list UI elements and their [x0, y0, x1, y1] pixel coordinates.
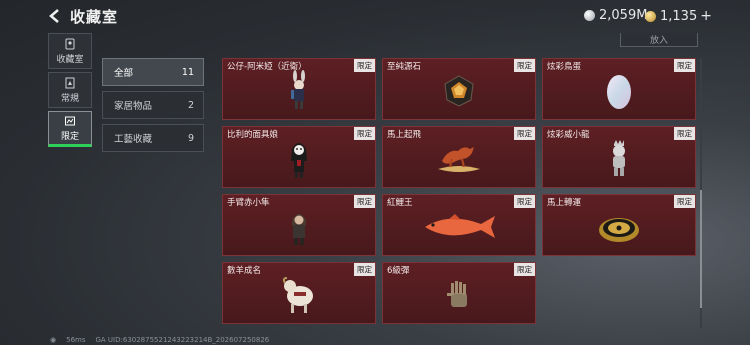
item-name: 炫彩威小龍: [547, 130, 590, 140]
top-bar: 收藏室 2,059M 1,135 +: [0, 0, 750, 34]
add-currency-button[interactable]: +: [700, 8, 712, 24]
red-carp-icon: [425, 214, 495, 239]
filter-home-items[interactable]: 家居物品 2: [102, 91, 204, 119]
gold-amount: 1,135: [660, 8, 698, 24]
limited-badge: 限定: [674, 195, 695, 208]
limited-icon: [65, 116, 75, 125]
item-name: 數羊成名: [227, 266, 262, 276]
item-name: 6級彈: [387, 266, 410, 276]
item-card[interactable]: 紅鯉王 限定: [382, 194, 536, 256]
tab-label: 限定: [60, 131, 79, 142]
limited-badge: 限定: [514, 195, 535, 208]
tab-regular[interactable]: 常規: [48, 72, 92, 108]
filter-count: 9: [187, 132, 194, 144]
limited-badge: 限定: [354, 127, 375, 140]
item-name: 紅鯉王: [387, 198, 413, 208]
item-card[interactable]: 6級彈 限定: [382, 262, 536, 324]
item-card[interactable]: 公仔-阿米婭（近衛） 限定: [222, 58, 376, 120]
item-card[interactable]: 手臂赤小隼 限定: [222, 194, 376, 256]
page-title: 收藏室: [70, 8, 119, 26]
metal-hand-icon: [447, 281, 467, 308]
filter-craft-collection[interactable]: 工藝收藏 9: [102, 124, 204, 152]
tab-label: 收藏室: [56, 54, 84, 65]
back-arrow-icon[interactable]: [46, 7, 64, 25]
iridescent-egg-icon: [607, 75, 631, 110]
filter-label: 工藝收藏: [114, 134, 153, 145]
rabbit-figurine-icon: [291, 70, 305, 110]
item-card[interactable]: 炫彩鳥蛋 限定: [542, 58, 696, 120]
item-card[interactable]: 比利的面具娘 限定: [222, 126, 376, 188]
masked-doll-icon: [291, 143, 307, 179]
originium-crystal-icon: [444, 75, 474, 107]
item-name: 至純源石: [387, 62, 422, 72]
tab-limited[interactable]: 限定: [48, 111, 92, 147]
silver-amount: 2,059M: [599, 8, 648, 23]
item-name: 馬上起飛: [387, 130, 422, 140]
filter-count: 11: [181, 66, 194, 78]
item-card[interactable]: 馬上起飛 限定: [382, 126, 536, 188]
limited-badge: 限定: [514, 127, 535, 140]
wifi-icon: ◉: [50, 336, 57, 344]
item-card[interactable]: 至純源石 限定: [382, 58, 536, 120]
limited-badge: 限定: [354, 263, 375, 276]
hooded-figure-icon: [292, 214, 306, 246]
collection-icon: [65, 38, 75, 49]
tab-collection[interactable]: 收藏室: [48, 33, 92, 69]
uid-text: GA UID:6302875521243223214B_202607250826: [95, 336, 270, 344]
place-button[interactable]: 放入: [620, 33, 698, 47]
flying-horse-statue-icon: [438, 147, 480, 173]
item-card[interactable]: 馬上轉運 限定: [542, 194, 696, 256]
filter-label: 全部: [114, 68, 134, 79]
filter-label: 家居物品: [114, 101, 153, 112]
item-name: 手臂赤小隼: [227, 198, 270, 208]
silver-coin-icon: [584, 10, 595, 21]
limited-badge: 限定: [354, 59, 375, 72]
scrollbar-thumb[interactable]: [700, 190, 702, 308]
item-card[interactable]: 數羊成名 限定: [222, 262, 376, 324]
item-card[interactable]: 炫彩威小龍 限定: [542, 126, 696, 188]
item-name: 炫彩鳥蛋: [547, 62, 582, 72]
category-tabs: 收藏室 常規 限定: [48, 33, 92, 150]
limited-badge: 限定: [514, 263, 535, 276]
sheep-figure-icon: [282, 277, 313, 314]
limited-badge: 限定: [674, 127, 695, 140]
filter-all[interactable]: 全部 11: [102, 58, 204, 86]
limited-badge: 限定: [674, 59, 695, 72]
item-name: 比利的面具娘: [227, 130, 279, 140]
gold-currency[interactable]: 1,135 +: [645, 8, 712, 24]
tab-label: 常規: [60, 93, 79, 104]
filter-list: 全部 11 家居物品 2 工藝收藏 9: [102, 58, 204, 157]
ping-text: 56ms: [66, 336, 86, 344]
gold-coin-icon: [645, 10, 656, 22]
limited-badge: 限定: [514, 59, 535, 72]
limited-badge: 限定: [354, 195, 375, 208]
silver-currency: 2,059M: [584, 8, 647, 23]
item-name: 馬上轉運: [547, 198, 582, 208]
little-dragon-figure-icon: [613, 140, 625, 177]
golden-compass-icon: [599, 218, 639, 243]
filter-count: 2: [187, 99, 194, 111]
regular-icon: [65, 77, 75, 88]
status-footer: ◉ 56ms GA UID:6302875521243223214B_20260…: [50, 336, 269, 344]
